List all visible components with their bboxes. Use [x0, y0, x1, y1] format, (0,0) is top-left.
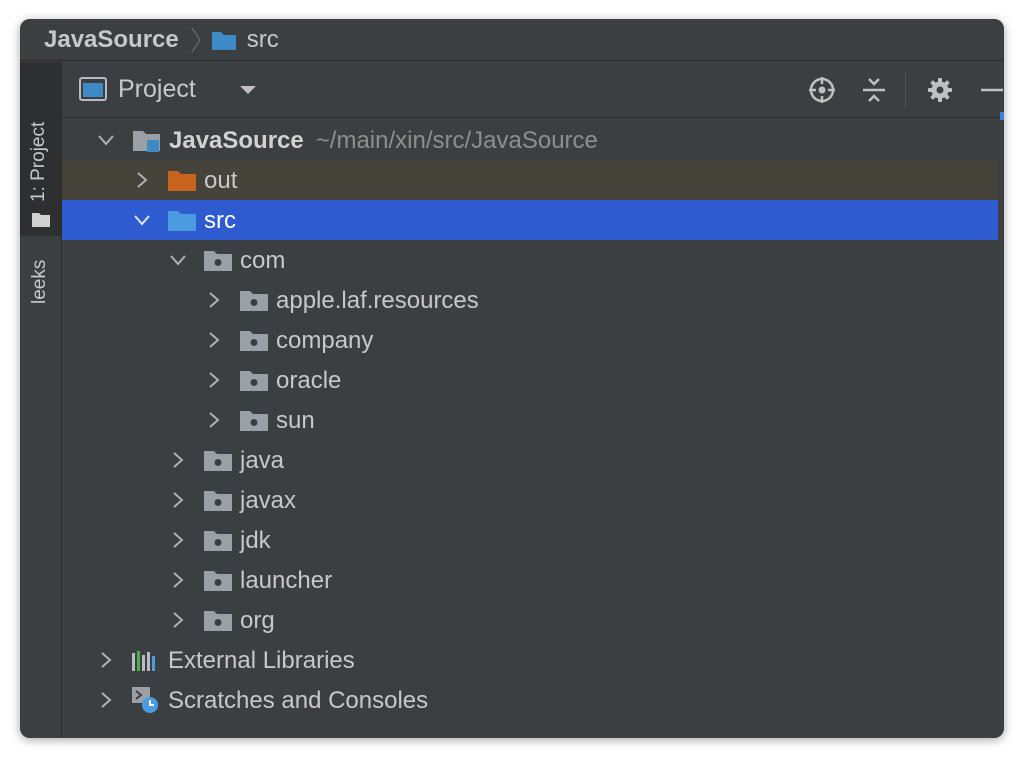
tree-label: apple.laf.resources	[276, 287, 479, 314]
panel-header: Project	[62, 62, 1004, 120]
package-icon	[204, 571, 232, 591]
settings-button[interactable]	[924, 74, 956, 106]
tree-node-package[interactable]: launcher	[62, 560, 998, 600]
panel-title[interactable]: Project	[118, 75, 196, 104]
tab-project-label: 1: Project	[28, 121, 49, 202]
scrollbar-marker	[1000, 112, 1004, 120]
gear-icon	[928, 78, 952, 102]
package-icon	[240, 291, 268, 311]
excluded-folder-icon	[168, 171, 196, 191]
tree-label: java	[240, 447, 285, 474]
breadcrumb-current[interactable]: src	[247, 26, 279, 54]
tree-node-package[interactable]: org	[62, 600, 998, 640]
chevron-right-icon[interactable]	[204, 330, 224, 350]
chevron-right-icon[interactable]	[96, 650, 116, 670]
source-folder-icon	[168, 211, 196, 231]
package-icon	[204, 491, 232, 511]
tree-node-package[interactable]: javax	[62, 480, 998, 520]
tree-node-package[interactable]: company	[62, 320, 998, 360]
tree-label: company	[276, 327, 374, 354]
tree-label: out	[204, 167, 238, 194]
locate-button[interactable]	[806, 74, 838, 106]
tree-label: sun	[276, 407, 315, 434]
chevron-right-icon[interactable]	[168, 570, 188, 590]
scratches-icon	[132, 687, 158, 713]
chevron-right-icon[interactable]	[168, 530, 188, 550]
collapse-all-button[interactable]	[858, 74, 890, 106]
tab-project[interactable]: 1: Project	[20, 62, 61, 236]
folder-icon	[32, 213, 50, 227]
breadcrumb-separator-icon	[191, 27, 201, 52]
collapse-all-icon	[863, 78, 885, 102]
library-icon	[132, 651, 155, 671]
package-icon	[204, 451, 232, 471]
source-folder-icon	[211, 31, 236, 50]
tool-window-strip: 1: Project leeks	[20, 62, 62, 738]
breadcrumb-root[interactable]: JavaSource	[44, 26, 179, 54]
module-icon	[133, 131, 160, 152]
tree-node-package[interactable]: jdk	[62, 520, 998, 560]
tab-leeks[interactable]: leeks	[20, 252, 61, 322]
breadcrumb: JavaSource src	[20, 19, 1004, 61]
minimize-icon	[981, 88, 1003, 92]
tree-label: com	[240, 247, 286, 274]
tree-label: oracle	[276, 367, 342, 394]
package-icon	[240, 411, 268, 431]
tree-node-root[interactable]: JavaSource ~/main/xin/src/JavaSource	[62, 120, 998, 160]
root-name: JavaSource	[169, 127, 304, 154]
locate-icon	[809, 77, 835, 103]
chevron-right-icon[interactable]	[204, 290, 224, 310]
package-icon	[204, 611, 232, 631]
chevron-right-icon[interactable]	[168, 450, 188, 470]
project-panel: Project JavaSource ~/main/xin/src/JavaSo…	[62, 62, 1004, 738]
package-icon	[240, 371, 268, 391]
chevron-down-icon[interactable]	[168, 250, 188, 270]
chevron-down-icon[interactable]	[132, 210, 152, 230]
project-tool-window: JavaSource src 1: Project leeks Project	[20, 19, 1004, 738]
tree-node-package[interactable]: apple.laf.resources	[62, 280, 998, 320]
root-path: ~/main/xin/src/JavaSource	[315, 127, 598, 154]
chevron-right-icon[interactable]	[168, 610, 188, 630]
chevron-right-icon[interactable]	[168, 490, 188, 510]
tree-label: javax	[240, 487, 297, 514]
chevron-right-icon[interactable]	[132, 170, 152, 190]
tree-node-package[interactable]: oracle	[62, 360, 998, 400]
minimize-button[interactable]	[976, 74, 1004, 106]
tab-leeks-label: leeks	[29, 259, 50, 304]
tree-node-com[interactable]: com	[62, 240, 998, 280]
tree-label: Scratches and Consoles	[168, 687, 429, 714]
chevron-down-icon[interactable]	[238, 84, 258, 96]
chevron-down-icon[interactable]	[96, 130, 116, 150]
chevron-right-icon[interactable]	[204, 410, 224, 430]
tree-node-scratches[interactable]: Scratches and Consoles	[62, 680, 998, 720]
tree-label: launcher	[240, 567, 333, 594]
header-separator	[905, 72, 906, 108]
tree-label: org	[240, 607, 275, 634]
project-tree: JavaSource ~/main/xin/src/JavaSource out	[62, 120, 1004, 720]
tree-label: jdk	[240, 527, 271, 554]
project-view-icon	[79, 77, 107, 101]
tree-label: External Libraries	[168, 647, 355, 674]
tree-node-package[interactable]: sun	[62, 400, 998, 440]
package-icon	[204, 531, 232, 551]
chevron-right-icon[interactable]	[204, 370, 224, 390]
tree-label: src	[204, 207, 236, 234]
tree-node-src[interactable]: src	[62, 200, 998, 240]
package-icon	[240, 331, 268, 351]
tree-node-package[interactable]: java	[62, 440, 998, 480]
package-icon	[204, 251, 232, 271]
chevron-right-icon[interactable]	[96, 690, 116, 710]
tree-node-out[interactable]: out	[62, 160, 998, 200]
tree-node-external-libraries[interactable]: External Libraries	[62, 640, 998, 680]
